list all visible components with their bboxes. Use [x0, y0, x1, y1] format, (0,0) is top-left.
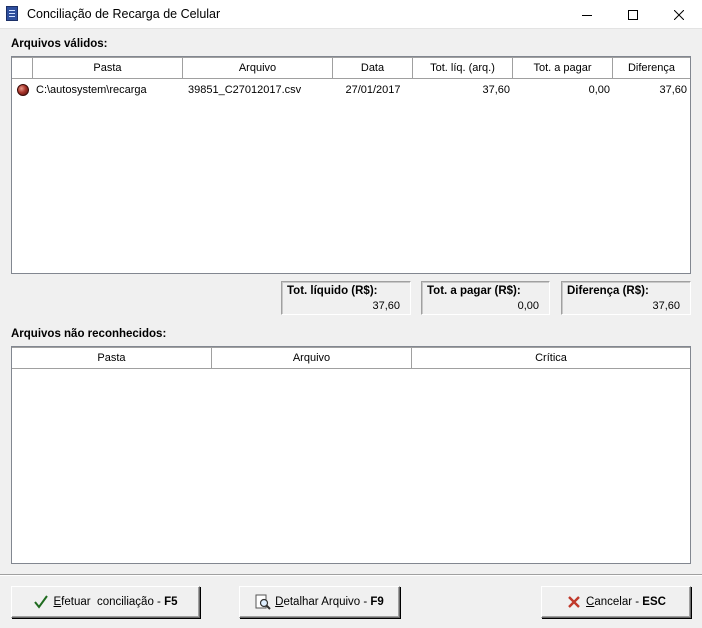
tot-liquido-label: Tot. líquido (R$):	[287, 285, 378, 297]
table-row[interactable]: C:\autosystem\recarga 39851_C27012017.cs…	[12, 80, 690, 99]
unrecognized-files-header: Pasta Arquivo Crítica	[12, 347, 690, 369]
red-ball-icon	[16, 83, 29, 96]
cancelar-button[interactable]: Cancelar - ESC	[541, 586, 691, 618]
tot-pagar-value: 0,00	[517, 300, 539, 312]
efetuar-conciliacao-button[interactable]: Efetuar conciliação - F5	[11, 586, 200, 618]
cell-arquivo: 39851_C27012017.csv	[188, 83, 302, 96]
cell-pasta: C:\autosystem\recarga	[36, 83, 147, 96]
detalhar-arquivo-button[interactable]: Detalhar Arquivo - F9	[239, 586, 400, 618]
unrecognized-files-grid[interactable]: Pasta Arquivo Crítica	[11, 346, 691, 564]
header-arquivo[interactable]: Arquivo	[183, 57, 333, 79]
magnifier-document-icon	[255, 594, 271, 610]
header-arquivo[interactable]: Arquivo	[212, 347, 412, 369]
cell-data: 27/01/2017	[345, 83, 401, 96]
app-document-icon	[6, 6, 20, 22]
detalhar-shortcut: F9	[370, 596, 384, 608]
efetuar-label: fetuar conciliação -	[61, 596, 165, 608]
valid-files-grid[interactable]: Pasta Arquivo Data Tot. líq. (arq.) Tot.…	[11, 56, 691, 274]
close-icon	[674, 9, 684, 20]
minimize-icon	[582, 14, 592, 16]
header-indicator	[12, 57, 33, 79]
cell-tot-pagar: 0,00	[588, 83, 610, 96]
tot-pagar-label: Tot. a pagar (R$):	[427, 285, 521, 297]
tot-pagar-box: Tot. a pagar (R$): 0,00	[421, 281, 550, 315]
diferenca-label: Diferença (R$):	[567, 285, 649, 297]
minimize-button[interactable]	[564, 0, 610, 29]
diferenca-box: Diferença (R$): 37,60	[561, 281, 691, 315]
header-diferenca[interactable]: Diferença	[613, 57, 690, 79]
diferenca-value: 37,60	[652, 300, 680, 312]
maximize-icon	[628, 9, 638, 20]
window-title: Conciliação de Recarga de Celular	[27, 7, 221, 21]
tot-liquido-value: 37,60	[372, 300, 400, 312]
header-tot-pagar[interactable]: Tot. a pagar	[513, 57, 613, 79]
efetuar-shortcut: F5	[164, 596, 178, 608]
cancelar-shortcut: ESC	[642, 596, 666, 608]
maximize-button[interactable]	[610, 0, 656, 29]
tot-liquido-box: Tot. líquido (R$): 37,60	[281, 281, 411, 315]
checkmark-icon	[33, 594, 49, 610]
header-tot-liq[interactable]: Tot. líq. (arq.)	[413, 57, 513, 79]
footer-divider	[0, 574, 702, 576]
red-x-icon	[566, 594, 582, 610]
unrecognized-files-label: Arquivos não reconhecidos:	[11, 328, 167, 340]
efetuar-mnemonic: E	[53, 596, 62, 608]
header-pasta[interactable]: Pasta	[33, 57, 183, 79]
title-bar: Conciliação de Recarga de Celular	[0, 0, 702, 29]
cell-tot-liq: 37,60	[482, 83, 510, 96]
header-critica[interactable]: Crítica	[412, 347, 690, 369]
header-pasta[interactable]: Pasta	[12, 347, 212, 369]
detalhar-label: etalhar Arquivo -	[283, 596, 371, 608]
cancelar-label: ancelar -	[594, 596, 643, 608]
header-data[interactable]: Data	[333, 57, 413, 79]
valid-files-label: Arquivos válidos:	[11, 38, 108, 50]
valid-files-header: Pasta Arquivo Data Tot. líq. (arq.) Tot.…	[12, 57, 690, 79]
close-button[interactable]	[656, 0, 702, 29]
cell-diferenca: 37,60	[659, 83, 687, 96]
